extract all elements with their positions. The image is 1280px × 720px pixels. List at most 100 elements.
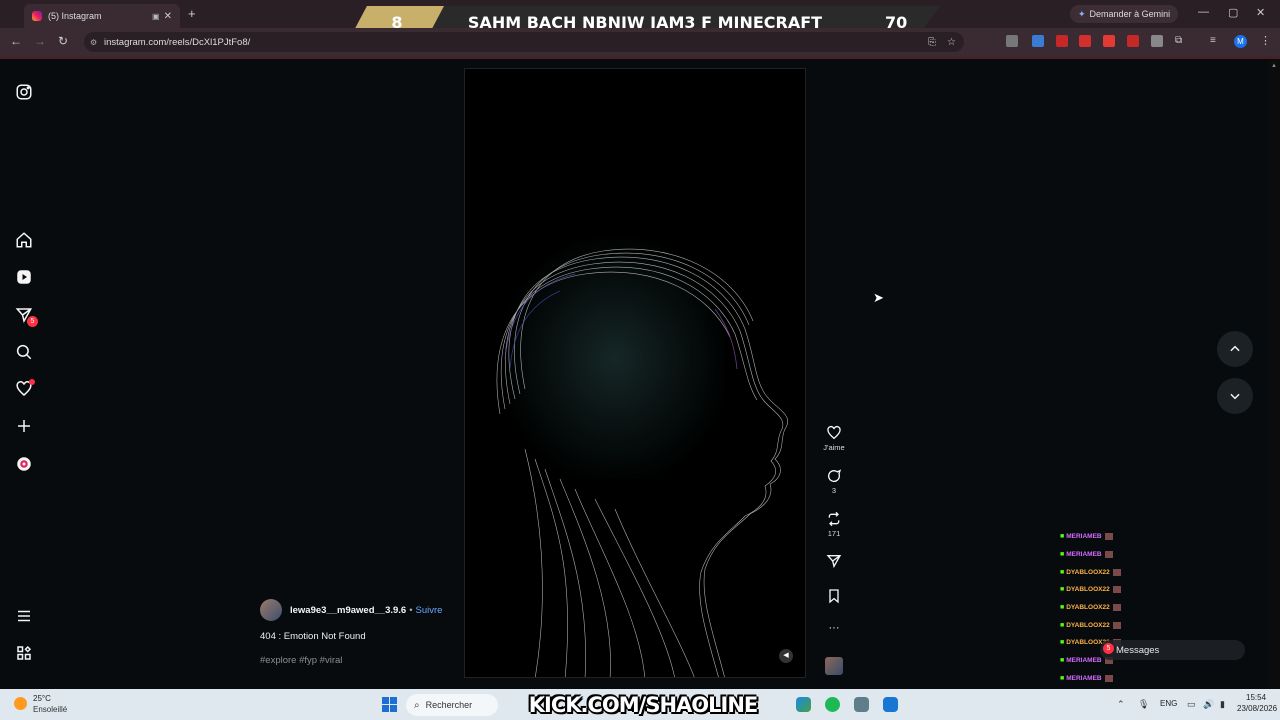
- share-button[interactable]: [818, 553, 850, 569]
- clock-date[interactable]: 23/08/2026: [1237, 704, 1277, 713]
- taskbar-search[interactable]: ⌕ Rechercher: [406, 694, 498, 716]
- messages-popup-label: Messages: [1116, 644, 1160, 656]
- display-icon[interactable]: ▭: [1187, 699, 1196, 710]
- extension-icon[interactable]: [1079, 35, 1091, 47]
- edge-browser-icon[interactable]: [796, 697, 811, 712]
- taskbar-search-label: Rechercher: [425, 700, 473, 710]
- chat-message: ■ DYABLOOX22: [1060, 616, 1270, 634]
- tab-title: (5) Instagram: [48, 11, 102, 21]
- like-button[interactable]: J'aime: [818, 425, 850, 452]
- kick-badge-icon: ■: [1060, 551, 1065, 559]
- threads-icon[interactable]: [14, 454, 34, 474]
- save-button[interactable]: [818, 588, 850, 604]
- mute-icon[interactable]: ◀: [779, 649, 793, 663]
- chat-username: MERIAMEB: [1066, 551, 1102, 559]
- extensions-puzzle-icon[interactable]: ⧉: [1175, 35, 1187, 47]
- tray-chevron-icon[interactable]: ⌃: [1117, 699, 1125, 710]
- reel-video[interactable]: ◀: [464, 68, 806, 678]
- search-icon[interactable]: [14, 342, 34, 362]
- gemini-label: Demander à Gemini: [1089, 9, 1171, 19]
- extension-icon[interactable]: [1006, 35, 1018, 47]
- next-reel-button[interactable]: [1217, 378, 1253, 414]
- profile-avatar[interactable]: M: [1234, 35, 1247, 48]
- repost-button[interactable]: 171: [818, 511, 850, 538]
- notifications-icon[interactable]: [14, 379, 35, 399]
- audio-avatar[interactable]: [825, 657, 843, 675]
- browser-menu-icon[interactable]: ⋮: [1260, 34, 1271, 47]
- site-info-icon[interactable]: ⚙: [90, 38, 97, 47]
- tab-close-icon[interactable]: ✕: [164, 11, 172, 22]
- instagram-logo-icon[interactable]: [14, 82, 34, 102]
- speaker-icon[interactable]: 🔊: [1203, 699, 1214, 710]
- chat-message: ■ MERIAMEB: [1060, 670, 1270, 688]
- kick-badge-icon: ■: [1060, 568, 1065, 576]
- minimize-button[interactable]: —: [1198, 6, 1209, 18]
- settings-icon[interactable]: [854, 697, 869, 712]
- follow-button[interactable]: Suivre: [416, 605, 443, 616]
- more-options-button[interactable]: ···: [818, 622, 850, 634]
- extension-icon[interactable]: [1151, 35, 1163, 47]
- chat-list: ■ MERIAMEB ■ MERIAMEB ■ DYABLOOX22 ■ DYABLOOX22…: [1060, 528, 1270, 687]
- sun-weather-icon[interactable]: [14, 697, 27, 710]
- extension-icon[interactable]: [1032, 35, 1044, 47]
- stream-chat-overlay: ■ MERIAMEB ■ MERIAMEB ■ DYABLOOX22 ■ DYABLOOX22…: [1060, 522, 1270, 688]
- install-app-icon[interactable]: ⎘: [928, 37, 936, 48]
- new-tab-button[interactable]: +: [188, 6, 196, 21]
- battery-icon[interactable]: ▮: [1220, 699, 1225, 710]
- comment-button[interactable]: 3: [818, 468, 850, 495]
- kick-watermark: KICK.COM/SHAOLINE: [497, 691, 789, 718]
- author-username[interactable]: lewa9e3__m9awed__3.9.6: [290, 605, 406, 616]
- clock-time[interactable]: 15:54: [1246, 693, 1266, 702]
- create-icon[interactable]: [14, 416, 34, 436]
- weather-temperature[interactable]: 25°C: [33, 694, 51, 703]
- extension-icon[interactable]: [1127, 35, 1139, 47]
- forward-button[interactable]: →: [34, 34, 46, 48]
- reel-caption: 404 : Emotion Not Found: [260, 631, 366, 642]
- address-bar[interactable]: ⚙ instagram.com/reels/DcXl1PJtFo8/ ⎘ ☆: [84, 32, 964, 52]
- chevron-down-icon: [1230, 393, 1240, 400]
- bookmark-star-icon[interactable]: ☆: [947, 37, 956, 48]
- windows-start-icon[interactable]: [382, 697, 398, 713]
- maximize-button[interactable]: ▢: [1228, 6, 1238, 19]
- comment-count: 3: [831, 486, 837, 495]
- emote-icon: [1112, 621, 1121, 629]
- back-button[interactable]: ←: [10, 34, 22, 48]
- chat-username: MERIAMEB: [1066, 674, 1102, 682]
- gemini-spark-icon: ✦: [1078, 8, 1086, 19]
- reels-icon[interactable]: [14, 267, 34, 287]
- reading-list-icon[interactable]: ≡: [1210, 35, 1222, 47]
- browser-tab[interactable]: (5) Instagram ▣ ✕: [24, 4, 180, 28]
- home-icon[interactable]: [14, 230, 34, 250]
- emote-icon: [1112, 604, 1121, 612]
- messages-popup[interactable]: 5 Messages: [1100, 640, 1245, 660]
- weather-description[interactable]: Ensoleillé: [33, 705, 67, 714]
- notepad-icon[interactable]: [883, 697, 898, 712]
- previous-reel-button[interactable]: [1217, 331, 1253, 367]
- chat-username: DYABLOOX22: [1066, 568, 1110, 576]
- more-apps-icon[interactable]: [14, 643, 34, 663]
- kick-badge-icon: ■: [1060, 621, 1065, 629]
- kick-badge-icon: ■: [1060, 639, 1065, 647]
- tab-audio-icon[interactable]: ▣: [152, 12, 160, 21]
- close-window-button[interactable]: ✕: [1256, 6, 1265, 19]
- language-indicator[interactable]: ENG: [1160, 699, 1177, 708]
- author-avatar[interactable]: [260, 599, 282, 621]
- gemini-button[interactable]: ✦ Demander à Gemini: [1070, 5, 1179, 23]
- scroll-up-icon[interactable]: ▲: [1271, 63, 1277, 69]
- menu-icon[interactable]: [14, 606, 34, 626]
- emote-icon: [1112, 568, 1121, 576]
- extension-icon[interactable]: [1103, 35, 1115, 47]
- chat-message: ■ MERIAMEB: [1060, 528, 1270, 546]
- reload-button[interactable]: ↻: [58, 34, 68, 48]
- microphone-icon[interactable]: 🎙: [1138, 699, 1149, 710]
- extension-icon[interactable]: [1056, 35, 1068, 47]
- kick-badge-icon: ■: [1060, 604, 1065, 612]
- spotify-icon[interactable]: [825, 697, 840, 712]
- chat-username: MERIAMEB: [1066, 533, 1102, 541]
- instagram-favicon-icon: [32, 11, 42, 21]
- messages-icon[interactable]: 5: [14, 305, 38, 327]
- search-icon: ⌕: [414, 699, 420, 711]
- chat-message: ■ DYABLOOX22: [1060, 599, 1270, 617]
- reel-hashtags[interactable]: #explore #fyp #viral: [260, 655, 342, 666]
- emote-icon: [1104, 674, 1113, 682]
